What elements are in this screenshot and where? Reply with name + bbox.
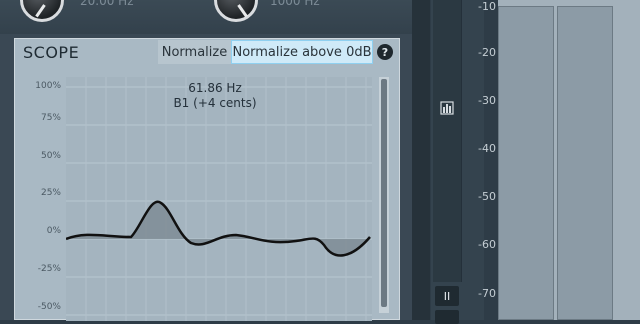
y-label-50: 50% xyxy=(40,151,61,161)
knob-right-value: 1000 Hz xyxy=(270,0,320,8)
knob-left-value: 20.00 Hz xyxy=(80,0,134,8)
y-label-75: 75% xyxy=(40,113,61,123)
divider-strip xyxy=(412,0,430,320)
y-label-0: 0% xyxy=(46,226,61,236)
readout-frequency: 61.86 Hz xyxy=(188,81,242,95)
pause-button[interactable]: II xyxy=(435,286,459,306)
normalize-button[interactable]: Normalize xyxy=(158,40,231,64)
db-label-minus-40: -40 xyxy=(478,142,496,155)
normalize-above-0db-button[interactable]: Normalize above 0dB xyxy=(231,40,373,64)
y-label-minus-25: -25% xyxy=(37,264,61,274)
frequency-readout: 61.86 Hz B1 (+4 cents) xyxy=(135,81,295,111)
scope-panel: SCOPE Normalize Normalize above 0dB ? 10… xyxy=(14,38,400,321)
y-label-25: 25% xyxy=(40,188,61,198)
help-icon[interactable]: ? xyxy=(377,44,393,60)
frequency-knob-right[interactable] xyxy=(214,0,258,22)
db-label-minus-70: -70 xyxy=(478,287,496,300)
top-controls-strip: 20.00 Hz 1000 Hz xyxy=(0,0,412,34)
db-label-minus-60: -60 xyxy=(478,238,496,251)
meter-side-panel xyxy=(433,0,462,282)
level-meter-left xyxy=(498,6,554,320)
db-label-minus-50: -50 xyxy=(478,190,496,203)
scope-title: SCOPE xyxy=(23,43,80,62)
bottom-meter-button[interactable] xyxy=(435,310,459,324)
bar-chart-icon[interactable] xyxy=(439,100,455,116)
y-label-100: 100% xyxy=(35,81,61,91)
pause-icon: II xyxy=(443,289,451,303)
db-label-minus-10: -10 xyxy=(478,0,496,13)
readout-note: B1 (+4 cents) xyxy=(173,96,257,110)
db-label-minus-30: -30 xyxy=(478,94,496,107)
frequency-knob-left[interactable] xyxy=(20,0,64,22)
scope-scrollbar[interactable] xyxy=(379,77,389,313)
level-meters xyxy=(498,0,640,320)
level-meter-right xyxy=(557,6,613,320)
y-label-minus-50: -50% xyxy=(37,302,61,312)
scope-plot xyxy=(66,77,372,321)
scrollbar-thumb[interactable] xyxy=(381,79,387,307)
db-label-minus-20: -20 xyxy=(478,46,496,59)
scope-waveform xyxy=(66,77,372,321)
